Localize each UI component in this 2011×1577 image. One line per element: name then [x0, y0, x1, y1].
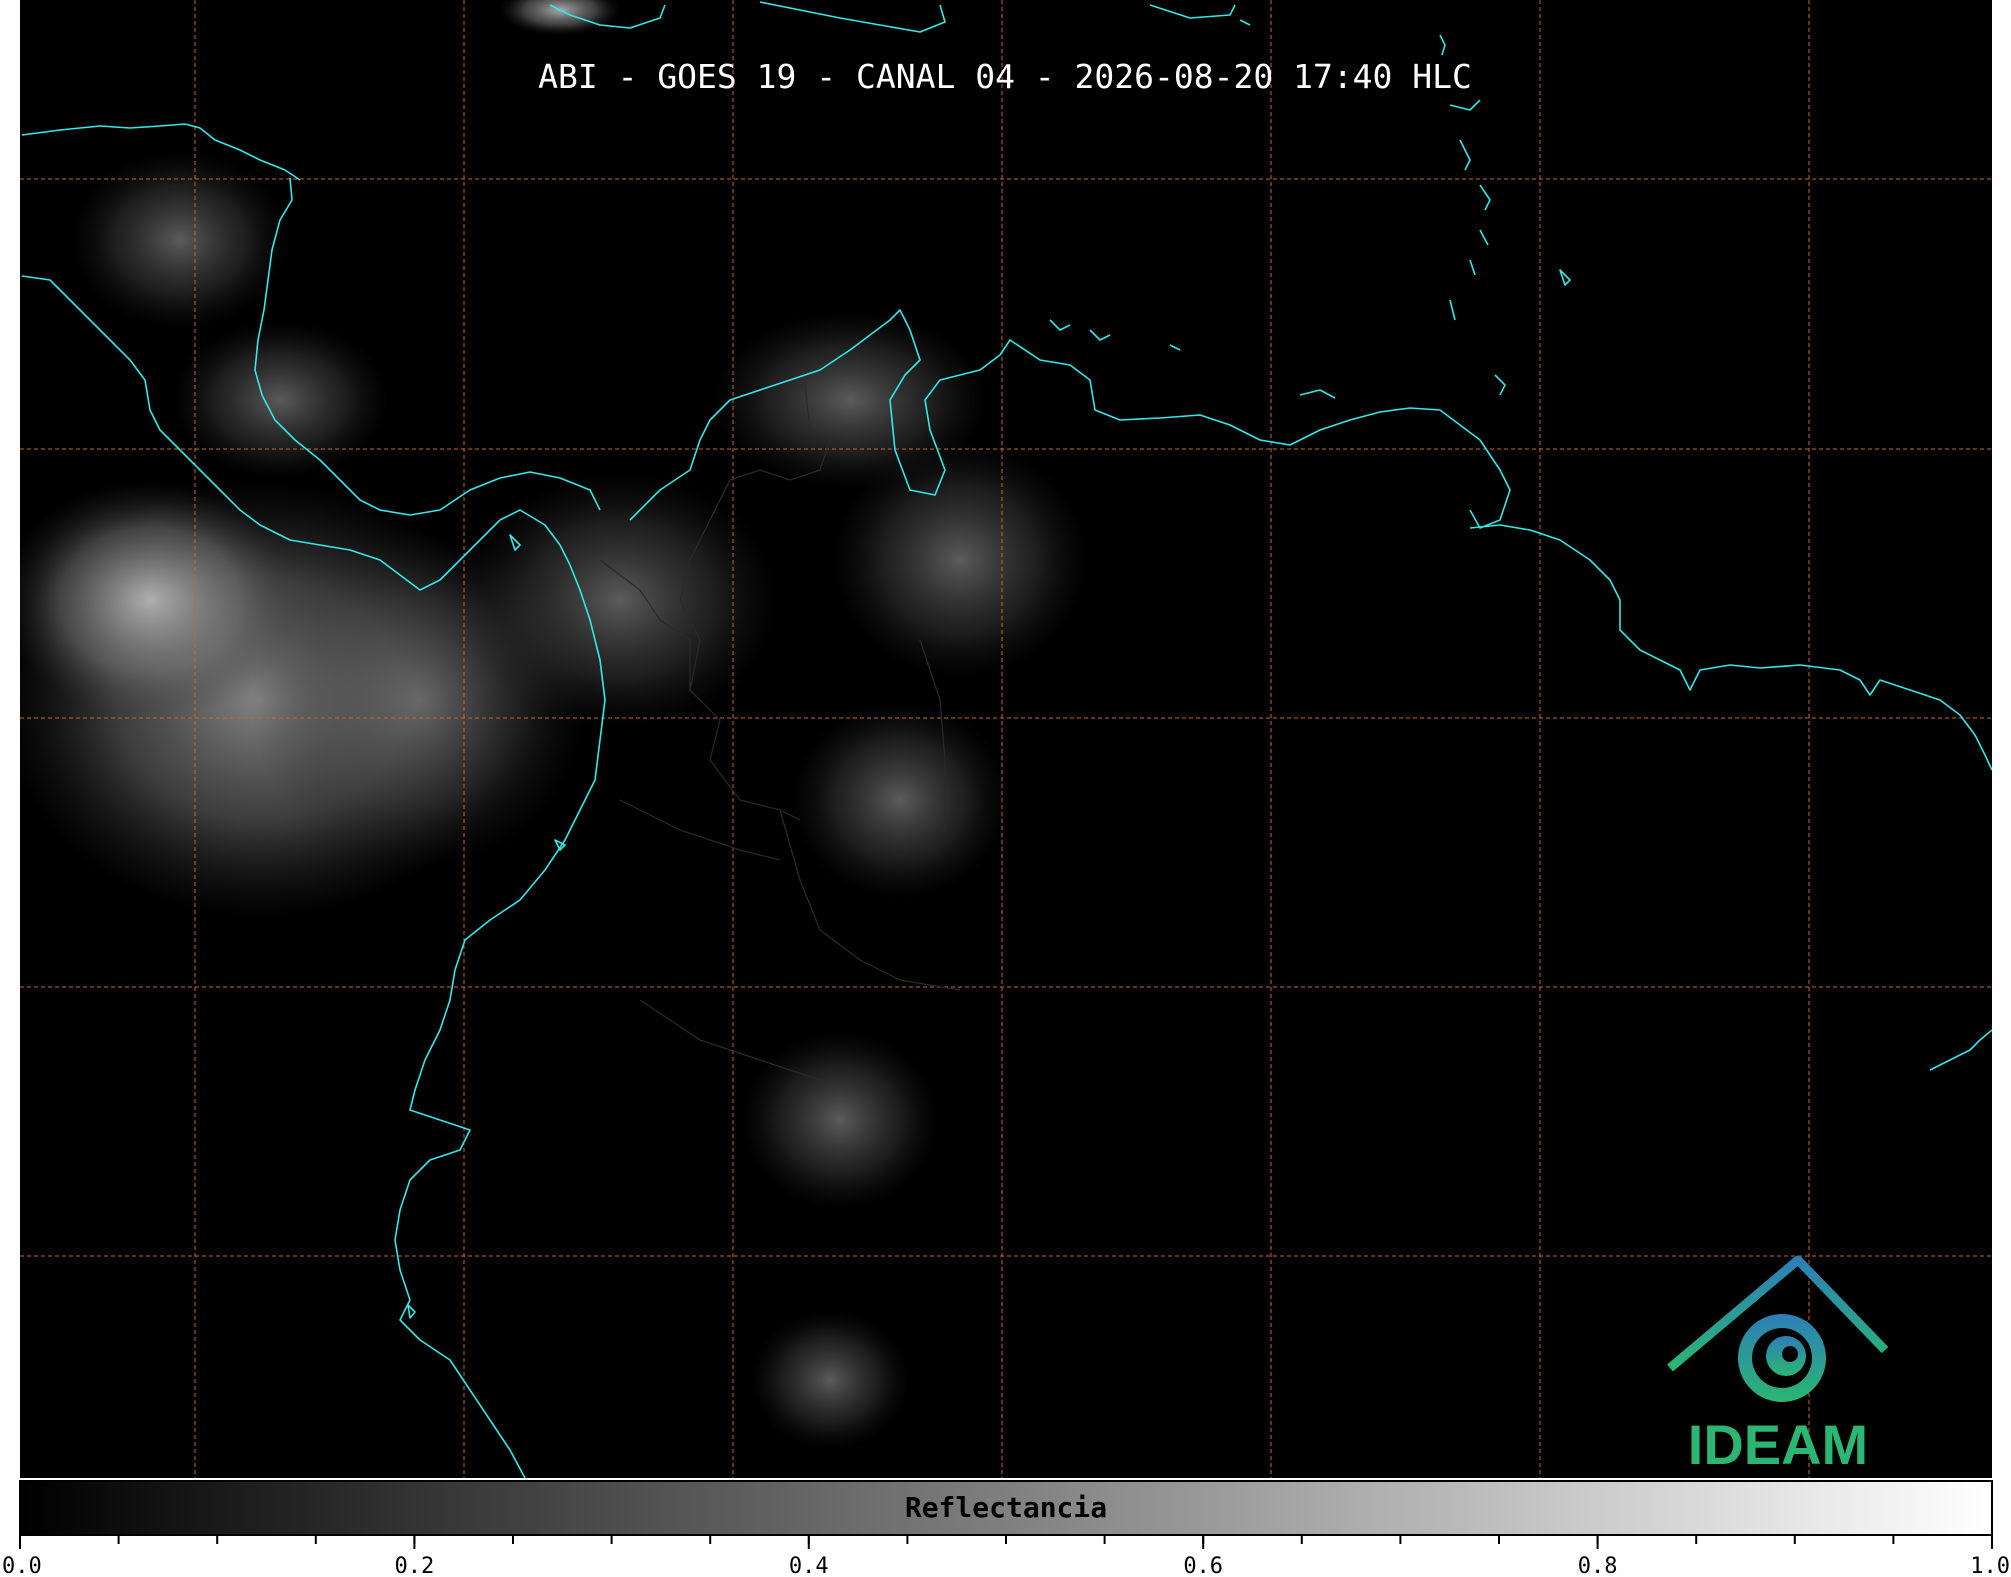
colorbar-tick-label: 0.8: [1578, 1554, 1618, 1577]
cloud-peru-north: [750, 1310, 910, 1450]
colorbar-tick-label: 0.2: [395, 1554, 435, 1577]
colorbar-tick-label: 0.0: [2, 1554, 42, 1577]
cloud-central-america: [70, 150, 290, 330]
colorbar-tick-label: 0.4: [789, 1554, 829, 1577]
cloud-costa-rica: [170, 320, 390, 480]
colorbar: Reflectancia 0.0 0.2 0.4 0.6 0.8 1.0: [2, 1480, 2010, 1577]
figure-canvas: ABI - GOES 19 - CANAL 04 - 2026-08-20 17…: [2, 0, 2010, 1577]
colorbar-tick-label: 1.0: [1970, 1554, 2010, 1577]
cloud-venezuela-interior: [830, 440, 1090, 680]
map-title: ABI - GOES 19 - CANAL 04 - 2026-08-20 17…: [538, 57, 1472, 96]
colorbar-label: Reflectancia: [905, 1491, 1107, 1524]
cloud-amazon-south: [740, 1030, 940, 1210]
logo-text: IDEAM: [1688, 1413, 1868, 1476]
colorbar-tick-label: 0.6: [1183, 1554, 1223, 1577]
cloud-amazon-north: [790, 700, 1010, 900]
logo-swirl-eye: [1782, 1346, 1798, 1362]
cloud-mass-colombia-north: [460, 470, 780, 730]
colorbar-ticks: 0.0 0.2 0.4 0.6 0.8 1.0: [2, 1535, 2010, 1577]
satellite-map-figure: ABI - GOES 19 - CANAL 04 - 2026-08-20 17…: [0, 0, 2011, 1577]
